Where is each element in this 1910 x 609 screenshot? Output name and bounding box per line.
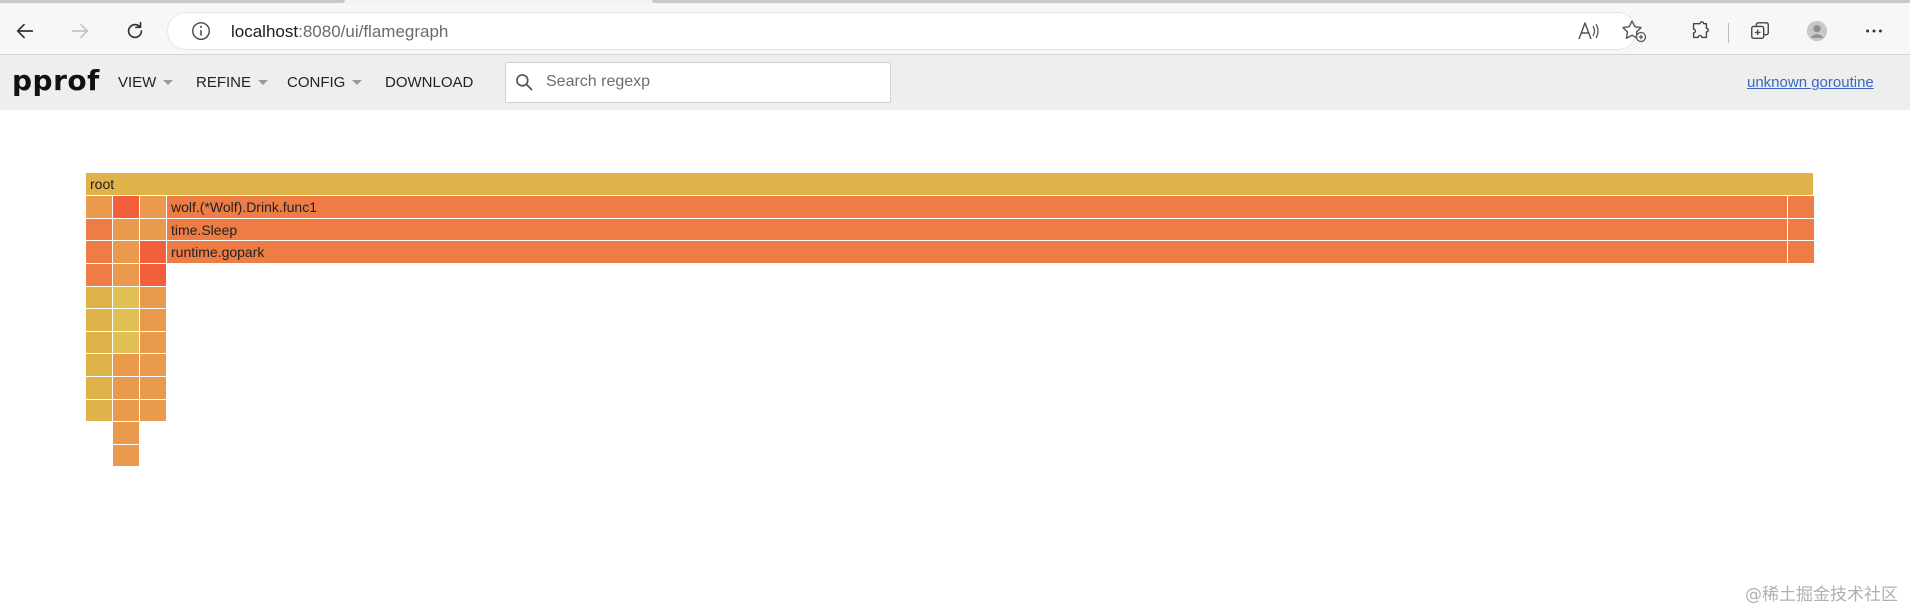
frame-cell[interactable] — [1788, 241, 1815, 264]
profile-name-link[interactable]: unknown goroutine — [1747, 74, 1874, 91]
forward-arrow-icon — [71, 23, 89, 39]
frame-cell[interactable] — [140, 287, 167, 309]
frame-cell[interactable] — [113, 445, 140, 467]
frame-cell[interactable] — [113, 332, 140, 354]
watermark: @稀土掘金技术社区 — [1745, 585, 1898, 605]
frame-cell[interactable] — [140, 309, 167, 332]
avatar-icon — [1806, 20, 1828, 42]
frame-cell[interactable] — [140, 400, 167, 422]
frame-cell[interactable] — [140, 354, 167, 377]
profile-button[interactable] — [1800, 14, 1834, 48]
collections-button[interactable] — [1743, 14, 1777, 48]
frame-cell[interactable] — [113, 196, 140, 219]
frame-cell[interactable] — [113, 287, 140, 309]
caret-down-icon — [163, 80, 174, 85]
frame-cell[interactable] — [113, 264, 140, 287]
menu-view[interactable]: VIEW — [118, 74, 174, 91]
frame-cell[interactable] — [86, 377, 113, 400]
browser-toolbar: localhost:8080/ui/flamegraph — [0, 4, 1910, 55]
menu-view-label: VIEW — [118, 74, 157, 91]
frame-cell[interactable] — [1788, 219, 1815, 241]
frame-label: runtime.gopark — [171, 244, 265, 260]
flamegraph: root wolf.(*Wolf).Drink.func1 time.Sleep… — [86, 173, 1815, 513]
pprof-logo[interactable]: pprof — [12, 64, 100, 97]
frame-cell[interactable] — [86, 196, 113, 219]
read-aloud-icon[interactable] — [1576, 20, 1600, 42]
address-bar[interactable]: localhost:8080/ui/flamegraph — [168, 13, 1647, 49]
frame-cell[interactable] — [140, 241, 167, 264]
frame-cell[interactable] — [140, 219, 167, 241]
refresh-icon — [127, 21, 143, 39]
pprof-header: pprof VIEW REFINE CONFIG DOWNLOAD unknow… — [0, 55, 1910, 110]
frame-cell[interactable] — [86, 287, 113, 309]
search-box[interactable] — [505, 62, 892, 103]
refresh-button[interactable] — [118, 14, 152, 48]
frame-label: time.Sleep — [171, 222, 238, 238]
frame-cell[interactable] — [86, 354, 113, 377]
url-text[interactable]: localhost:8080/ui/flamegraph — [231, 22, 448, 42]
menu-refine-label: REFINE — [196, 74, 252, 91]
frame-label: root — [90, 176, 115, 192]
more-dots-icon — [1866, 29, 1882, 33]
search-input[interactable] — [540, 63, 892, 100]
collections-icon — [1751, 22, 1769, 40]
frame-cell[interactable] — [86, 332, 113, 354]
more-button[interactable] — [1857, 14, 1891, 48]
frame-cell[interactable] — [86, 241, 113, 264]
search-icon — [516, 74, 533, 91]
frame-cell[interactable] — [113, 354, 140, 377]
frame-cell[interactable] — [1788, 196, 1815, 219]
frame-label: wolf.(*Wolf).Drink.func1 — [171, 199, 318, 215]
frame-cell[interactable] — [140, 196, 167, 219]
frame-cell[interactable] — [113, 309, 140, 332]
frame-cell[interactable] — [140, 264, 167, 287]
frame-root[interactable]: root — [86, 173, 1814, 196]
caret-down-icon — [258, 80, 269, 85]
frame-cell[interactable] — [113, 219, 140, 241]
frame-main[interactable]: time.Sleep — [167, 219, 1788, 241]
menu-config-label: CONFIG — [287, 74, 346, 91]
info-icon[interactable] — [190, 20, 212, 42]
frame-cell[interactable] — [113, 422, 140, 445]
back-arrow-icon — [16, 23, 34, 39]
frame-cell[interactable] — [86, 264, 113, 287]
toolbar-divider — [1728, 23, 1729, 43]
frame-cell[interactable] — [86, 309, 113, 332]
menu-refine[interactable]: REFINE — [196, 74, 269, 91]
frame-cell[interactable] — [113, 400, 140, 422]
frame-cell[interactable] — [140, 332, 167, 354]
caret-down-icon — [352, 80, 363, 85]
url-path: :8080/ui/flamegraph — [298, 22, 449, 41]
menu-download[interactable]: DOWNLOAD — [385, 74, 473, 91]
url-host: localhost — [231, 22, 299, 41]
browser-tab-edge — [652, 0, 1910, 3]
menu-config[interactable]: CONFIG — [287, 74, 363, 91]
frame-cell[interactable] — [86, 400, 113, 422]
frame-main[interactable]: runtime.gopark — [167, 241, 1788, 264]
extensions-button[interactable] — [1683, 14, 1717, 48]
menu-download-label: DOWNLOAD — [385, 74, 474, 91]
frame-cell[interactable] — [86, 219, 113, 241]
puzzle-icon — [1692, 21, 1709, 39]
frame-cell[interactable] — [140, 377, 167, 400]
frame-cell[interactable] — [113, 377, 140, 400]
add-favorite-icon[interactable] — [1621, 19, 1647, 43]
browser-tab-edge — [0, 0, 345, 3]
forward-button[interactable] — [63, 14, 97, 48]
frame-main[interactable]: wolf.(*Wolf).Drink.func1 — [167, 196, 1788, 219]
back-button[interactable] — [8, 14, 42, 48]
frame-cell[interactable] — [113, 241, 140, 264]
